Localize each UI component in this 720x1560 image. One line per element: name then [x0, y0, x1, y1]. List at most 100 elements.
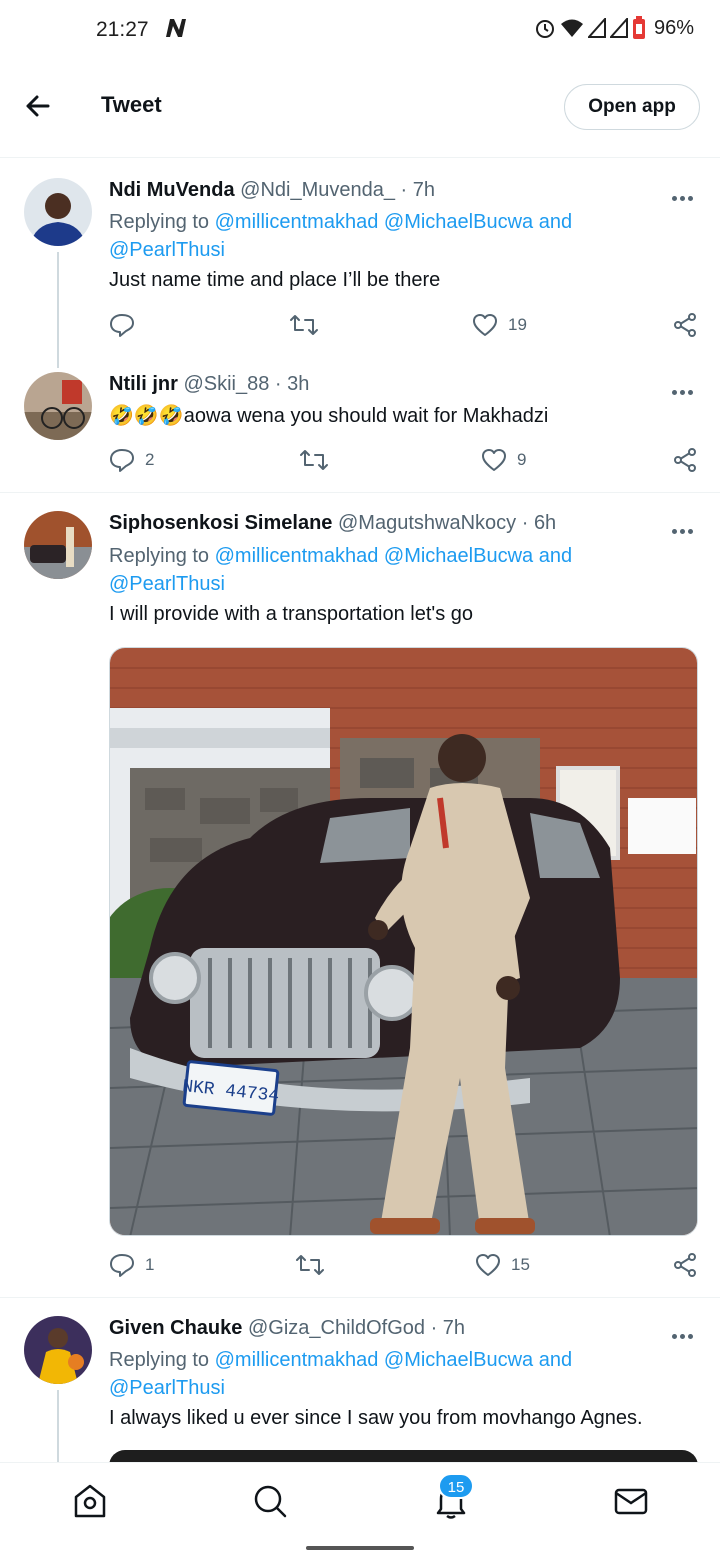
user-handle[interactable]: @MagutshwaNkocy — [338, 512, 516, 534]
more-options-icon[interactable] — [672, 382, 696, 395]
mention-link[interactable]: @PearlThusi — [109, 239, 225, 261]
user-handle[interactable]: @Giza_ChildOfGod — [248, 1317, 425, 1339]
thread-line — [57, 1390, 59, 1462]
like-button[interactable]: 15 — [475, 1252, 530, 1278]
replying-prefix: Replying to — [109, 545, 210, 567]
top-app-bar: Tweet Open app — [0, 58, 720, 158]
reply-count: 2 — [145, 450, 155, 469]
mention-link[interactable]: @MichaelBucwa — [384, 545, 533, 567]
more-options-icon[interactable] — [672, 188, 696, 201]
mention-link[interactable]: @PearlThusi — [109, 573, 225, 595]
share-button[interactable] — [672, 447, 698, 473]
reply-icon — [110, 449, 134, 472]
share-icon — [674, 313, 696, 337]
heart-icon — [482, 449, 506, 471]
signal-icon-2 — [609, 18, 628, 38]
mention-link[interactable]: @PearlThusi — [109, 1377, 225, 1399]
alarm-icon — [535, 20, 554, 38]
action-bar: 19 — [109, 312, 699, 342]
like-count: 15 — [511, 1255, 530, 1274]
share-button[interactable] — [672, 1252, 698, 1278]
tweet-header: Given Chauke @Giza_ChildOfGod · 7h — [109, 1317, 465, 1340]
share-button[interactable] — [672, 312, 698, 338]
timestamp: 7h — [442, 1317, 466, 1339]
home-icon[interactable] — [70, 1481, 110, 1521]
reply-icon — [110, 1254, 134, 1277]
user-handle[interactable]: @Ndi_Muvenda_ — [240, 179, 395, 201]
share-icon — [674, 448, 696, 472]
display-name[interactable]: Given Chauke — [109, 1317, 242, 1339]
avatar[interactable] — [24, 511, 92, 579]
status-bar: 21:27 96% — [0, 0, 720, 58]
heart-icon — [476, 1254, 500, 1276]
like-button[interactable]: 9 — [481, 447, 526, 473]
retweet-icon — [300, 450, 328, 470]
timestamp: 6h — [533, 512, 557, 534]
share-icon — [674, 1253, 696, 1277]
avatar[interactable] — [24, 1316, 92, 1384]
action-bar: 2 9 — [109, 447, 699, 477]
replying-to: Replying to @millicentmakhad @MichaelBuc… — [109, 542, 629, 598]
retweet-icon — [290, 315, 318, 335]
mention-and: and — [538, 211, 573, 233]
user-handle[interactable]: @Skii_88 — [183, 373, 269, 395]
display-name[interactable]: Ndi MuVenda — [109, 179, 235, 201]
replying-prefix: Replying to — [109, 211, 210, 233]
open-app-button[interactable]: Open app — [564, 84, 700, 130]
mention-link[interactable]: @millicentmakhad — [215, 545, 379, 567]
separator-dot: · — [400, 179, 408, 201]
mention-link[interactable]: @millicentmakhad — [215, 1349, 379, 1371]
tweet-given-chauke[interactable]: Given Chauke @Giza_ChildOfGod · 7h Reply… — [0, 1298, 720, 1462]
tweet-text: I always liked u ever since I saw you fr… — [109, 1407, 643, 1429]
avatar[interactable] — [24, 178, 92, 246]
tweet-ndi-muvenda[interactable]: Ndi MuVenda @Ndi_Muvenda_ · 7h Replying … — [0, 160, 720, 368]
replying-to: Replying to @millicentmakhad @MichaelBuc… — [109, 208, 629, 264]
battery-icon — [632, 16, 645, 39]
replying-to: Replying to @millicentmakhad @MichaelBuc… — [109, 1346, 629, 1402]
mention-link[interactable]: @MichaelBucwa — [384, 1349, 533, 1371]
timestamp: 3h — [287, 373, 310, 395]
retweet-icon — [296, 1255, 324, 1275]
photo-car-man: NKR 44734 — [110, 648, 697, 1235]
mention-link[interactable]: @millicentmakhad — [215, 211, 379, 233]
reply-button[interactable]: 2 — [109, 447, 154, 473]
mention-and: and — [538, 545, 573, 567]
reply-button[interactable]: 1 — [109, 1252, 154, 1278]
reply-icon — [110, 314, 134, 337]
avatar[interactable] — [24, 372, 92, 440]
more-options-icon[interactable] — [672, 521, 696, 534]
battery-percent: 96% — [653, 16, 694, 39]
separator-dot: · — [430, 1317, 438, 1339]
search-icon[interactable] — [250, 1481, 290, 1521]
bottom-nav: 15 — [0, 1462, 720, 1536]
tweet-text: Just name time and place I’ll be there — [109, 269, 441, 291]
display-name[interactable]: Siphosenkosi Simelane — [109, 512, 332, 534]
tweet-ntili-jnr[interactable]: Ntili jnr @Skii_88 · 3h 🤣🤣🤣aowa wena you… — [0, 354, 720, 492]
reply-count: 1 — [145, 1255, 155, 1274]
thread-line — [57, 252, 59, 368]
separator-dot: · — [521, 512, 529, 534]
retweet-button[interactable] — [295, 1252, 335, 1278]
retweet-button[interactable] — [289, 312, 329, 338]
messages-mail-icon[interactable] — [611, 1481, 651, 1521]
separator-dot: · — [274, 373, 282, 395]
display-name[interactable]: Ntili jnr — [109, 373, 178, 395]
tweet-header: Ndi MuVenda @Ndi_Muvenda_ · 7h — [109, 179, 435, 202]
more-options-icon[interactable] — [672, 1326, 696, 1339]
mention-and: and — [538, 1349, 573, 1371]
reply-button[interactable] — [109, 312, 145, 338]
notifications-badge: 15 — [438, 1473, 474, 1499]
n-notification-icon — [166, 19, 186, 37]
tweet-text: I will provide with a transportation let… — [109, 603, 473, 625]
retweet-button[interactable] — [299, 447, 339, 473]
gesture-bar[interactable] — [306, 1546, 414, 1550]
back-arrow-icon[interactable] — [20, 88, 56, 124]
wifi-icon — [560, 19, 583, 37]
timestamp: 7h — [412, 179, 436, 201]
like-button[interactable]: 19 — [472, 312, 527, 338]
tweet-header: Ntili jnr @Skii_88 · 3h — [109, 373, 309, 396]
like-count: 19 — [508, 315, 527, 334]
mention-link[interactable]: @MichaelBucwa — [384, 211, 533, 233]
tweet-photo[interactable]: NKR 44734 — [109, 647, 698, 1236]
like-count: 9 — [517, 450, 527, 469]
